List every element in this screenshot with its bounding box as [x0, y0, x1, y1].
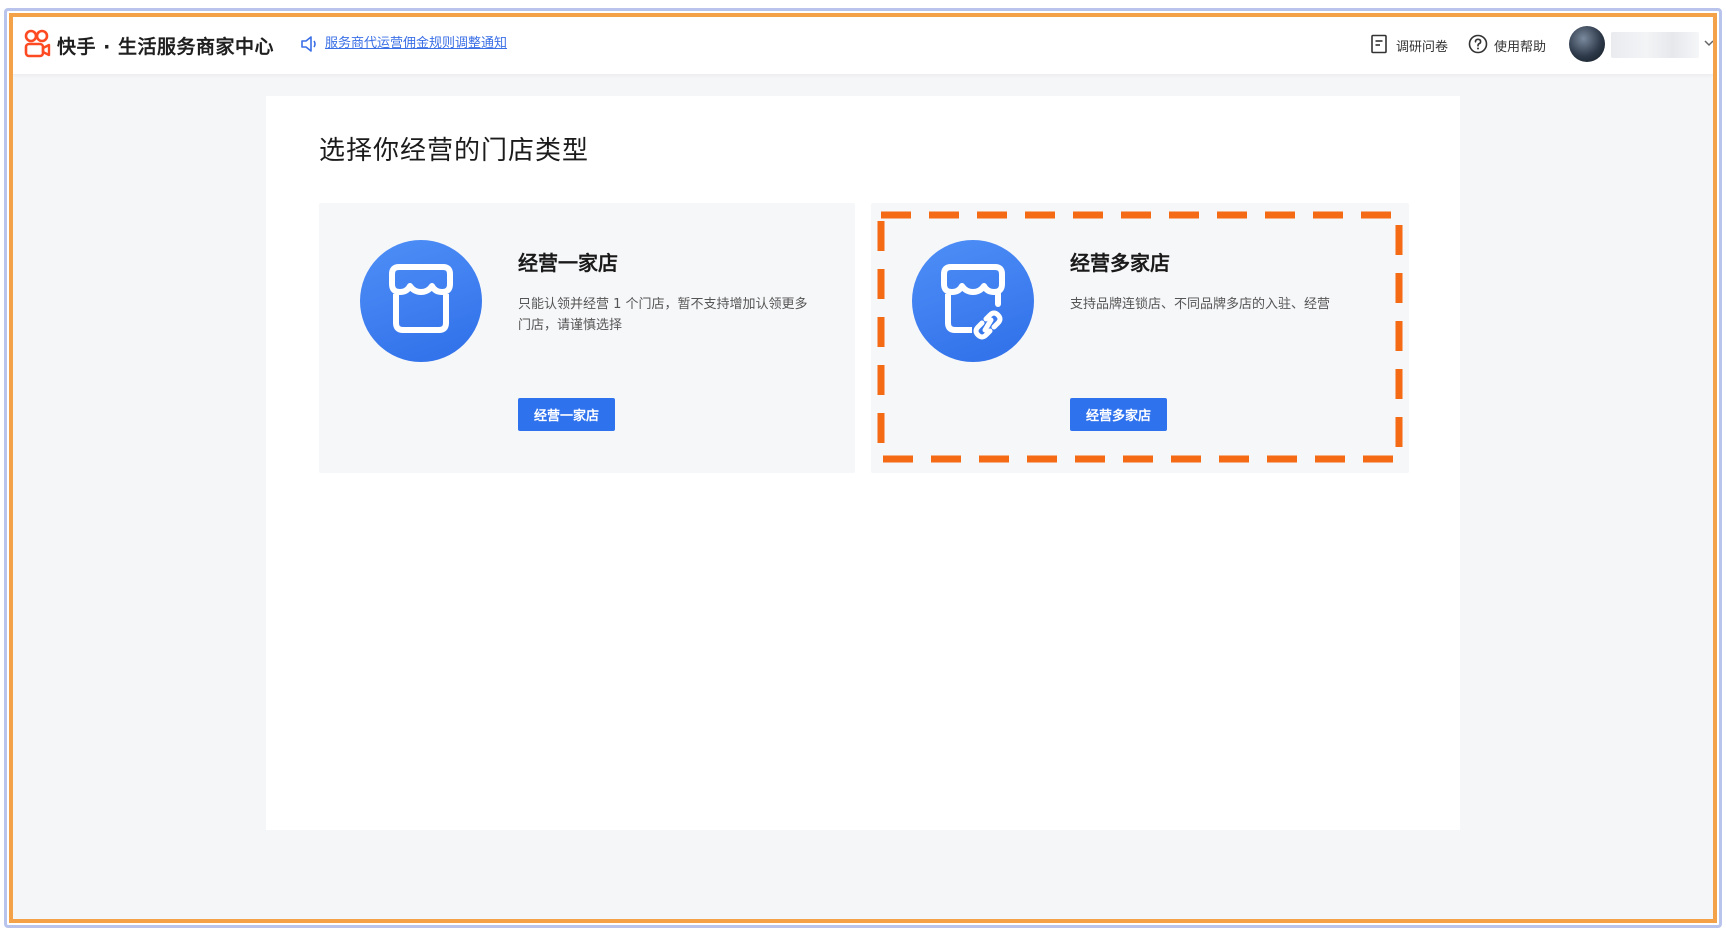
chevron-down-icon[interactable] — [1703, 37, 1715, 49]
survey-icon[interactable] — [1370, 34, 1388, 54]
avatar[interactable] — [1569, 26, 1605, 62]
single-store-button[interactable]: 经营一家店 — [518, 398, 615, 431]
top-header: 快手 · 生活服务商家中心 服务商代运营佣金规则调整通知 调研问卷 使用帮助 — [13, 17, 1713, 75]
username-redacted[interactable] — [1611, 32, 1699, 58]
single-store-card: 经营一家店 只能认领并经营 1 个门店，暂不支持增加认领更多门店，请谨慎选择 经… — [319, 203, 855, 473]
page-title: 选择你经营的门店类型 — [319, 136, 590, 166]
card-title: 经营一家店 — [518, 251, 618, 275]
screen-frame: 快手 · 生活服务商家中心 服务商代运营佣金规则调整通知 调研问卷 使用帮助 选… — [9, 13, 1717, 923]
survey-link[interactable]: 调研问卷 — [1396, 36, 1448, 55]
notice-link[interactable]: 服务商代运营佣金规则调整通知 — [325, 32, 507, 51]
help-icon[interactable] — [1468, 34, 1488, 54]
speaker-icon — [301, 36, 316, 52]
help-link[interactable]: 使用帮助 — [1494, 36, 1546, 55]
store-icon — [360, 240, 482, 362]
main-panel: 选择你经营的门店类型 经营一家店 只能认领并经营 1 个门店，暂不支持增加认领更… — [266, 96, 1460, 830]
card-description: 只能认领并经营 1 个门店，暂不支持增加认领更多门店，请谨慎选择 — [518, 297, 808, 333]
kuaishou-logo-icon — [24, 29, 51, 58]
brand-title: 快手 · 生活服务商家中心 — [57, 36, 274, 58]
highlight-dashed-box — [877, 211, 1403, 463]
